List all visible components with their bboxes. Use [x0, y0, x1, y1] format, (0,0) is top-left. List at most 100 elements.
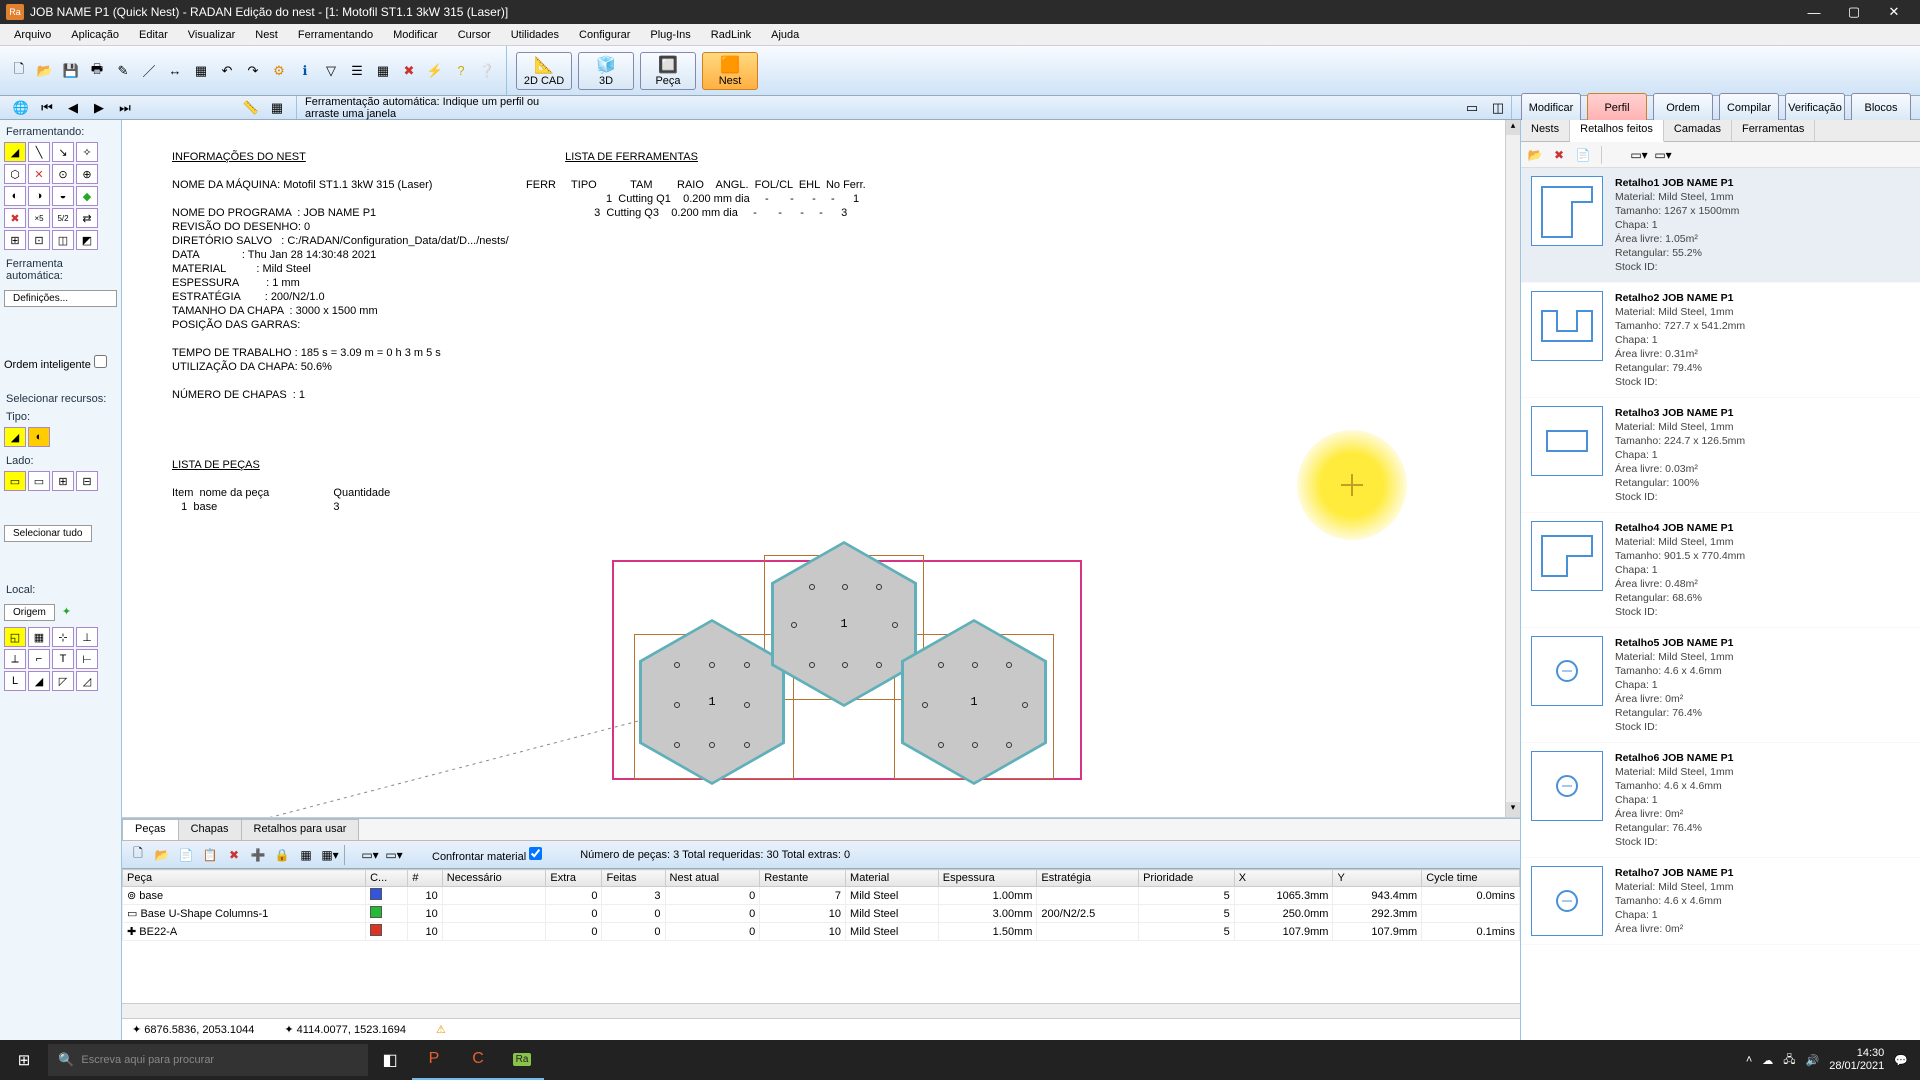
menu-modificar[interactable]: Modificar [383, 24, 448, 46]
definitions-button[interactable]: Definições... [4, 290, 117, 307]
taskbar-clock[interactable]: 14:3028/01/2021 [1829, 1047, 1884, 1073]
loc-btn[interactable]: ◱ [4, 627, 26, 647]
bt-sel1[interactable]: ▭▾ [360, 845, 380, 865]
col-header[interactable]: Material [846, 870, 939, 887]
tool-btn[interactable]: ✖ [4, 208, 26, 228]
tab-pecas[interactable]: Peças [122, 819, 179, 840]
loc-btn[interactable]: T [52, 649, 74, 669]
remnant-item[interactable]: Retalho1 JOB NAME P1Material: Mild Steel… [1521, 168, 1920, 283]
tray-cloud-icon[interactable]: ☁ [1762, 1054, 1773, 1067]
remnant-item[interactable]: Retalho7 JOB NAME P1Material: Mild Steel… [1521, 858, 1920, 945]
table-row[interactable]: ▭ Base U-Shape Columns-11000010Mild Stee… [123, 905, 1520, 923]
tool-btn[interactable]: ◢ [4, 142, 26, 162]
canvas-scrollbar-v[interactable]: ▴▾ [1505, 120, 1520, 817]
system-tray[interactable]: ˄ ☁ 🖧 🔊 14:3028/01/2021 💬 [1734, 1047, 1920, 1073]
bt-open[interactable]: 📂 [152, 845, 172, 865]
tool-btn[interactable]: ⊞ [4, 230, 26, 250]
col-header[interactable]: # [408, 870, 442, 887]
macro-button[interactable]: ⚡ [423, 59, 447, 83]
bt-copy[interactable]: 📄 [176, 845, 196, 865]
tool-btn[interactable]: ◐ [4, 186, 26, 206]
bt-more[interactable]: ▦▾ [320, 845, 340, 865]
loc-btn[interactable]: ▦ [28, 627, 50, 647]
lado-btn[interactable]: ▭ [28, 471, 50, 491]
tray-vol-icon[interactable]: 🔊 [1806, 1054, 1820, 1067]
del-button[interactable]: ✖ [397, 59, 421, 83]
print-button[interactable]: 🖶 [85, 59, 109, 83]
parts-grid[interactable]: PeçaC...#NecessárioExtraFeitasNest atual… [122, 869, 1520, 1003]
bt-sel2[interactable]: ▭▾ [384, 845, 404, 865]
rt-view2[interactable]: ▭▾ [1653, 145, 1673, 165]
close-button[interactable]: ✕ [1874, 0, 1914, 24]
loc-btn[interactable]: ⌐ [28, 649, 50, 669]
mode-3d[interactable]: 🧊3D [578, 52, 634, 90]
subtab-compilar[interactable]: Compilar [1719, 93, 1779, 123]
menu-radlink[interactable]: RadLink [701, 24, 761, 46]
tray-net-icon[interactable]: 🖧 [1783, 1051, 1795, 1070]
task-view-icon[interactable]: ◧ [368, 1040, 412, 1080]
loc-btn[interactable]: ◢ [28, 671, 50, 691]
rt-view1[interactable]: ▭▾ [1629, 145, 1649, 165]
bt-grid[interactable]: ▦ [296, 845, 316, 865]
lado-btn[interactable]: ▭ [4, 471, 26, 491]
rtab-nests[interactable]: Nests [1521, 120, 1570, 141]
layout1-button[interactable]: ▭ [1460, 96, 1484, 120]
drawing-canvas[interactable]: INFORMAÇÕES DO NEST LISTA DE FERRAMENTAS… [122, 120, 1520, 818]
what-button[interactable]: ? [449, 59, 473, 83]
remnants-list[interactable]: Retalho1 JOB NAME P1Material: Mild Steel… [1521, 168, 1920, 1040]
col-header[interactable]: Y [1333, 870, 1422, 887]
origin-icon[interactable]: ✦ [62, 605, 82, 618]
start-button[interactable]: ⊞ [0, 1040, 48, 1080]
hatch-button[interactable]: ▦ [189, 59, 213, 83]
loc-btn[interactable]: ⊹ [52, 627, 74, 647]
grid-button[interactable]: ▦ [371, 59, 395, 83]
menu-ferramentando[interactable]: Ferramentando [288, 24, 383, 46]
open-file-button[interactable]: 📂 [33, 59, 57, 83]
maximize-button[interactable]: ▢ [1834, 0, 1874, 24]
mode-peca[interactable]: 🔲Peça [640, 52, 696, 90]
mode-nest[interactable]: 🟧Nest [702, 52, 758, 90]
menu-nest[interactable]: Nest [245, 24, 288, 46]
measure-button[interactable]: 📏 [239, 96, 263, 120]
lado-btn[interactable]: ⊞ [52, 471, 74, 491]
rtab-retalhos[interactable]: Retalhos feitos [1570, 120, 1664, 142]
smart-order-check[interactable]: Ordem inteligente [4, 359, 107, 371]
last-button[interactable]: ⏭ [113, 96, 137, 120]
table-button[interactable]: ▦ [265, 96, 289, 120]
save-button[interactable]: 💾 [59, 59, 83, 83]
subtab-verificacao[interactable]: Verificação [1785, 93, 1845, 123]
tray-up-icon[interactable]: ˄ [1746, 1054, 1752, 1066]
filter-button[interactable]: ▽ [319, 59, 343, 83]
tab-chapas[interactable]: Chapas [178, 819, 242, 840]
taskbar-camtasia[interactable]: C [456, 1040, 500, 1080]
tool-btn[interactable]: 5/2 [52, 208, 74, 228]
col-header[interactable]: C... [366, 870, 408, 887]
taskbar-search[interactable]: 🔍 Escreva aqui para procurar [48, 1044, 368, 1076]
subtab-modificar[interactable]: Modificar [1521, 93, 1581, 123]
tab-retalhos-usar[interactable]: Retalhos para usar [241, 819, 360, 840]
tipo-btn[interactable]: ◐ [28, 427, 50, 447]
menu-configurar[interactable]: Configurar [569, 24, 640, 46]
taskbar-radan[interactable]: Ra [500, 1040, 544, 1080]
loc-btn[interactable]: ◸ [52, 671, 74, 691]
loc-btn[interactable]: ⟂ [4, 649, 26, 669]
parts-scrollbar-h[interactable] [122, 1003, 1520, 1018]
tool-btn[interactable]: ⇄ [76, 208, 98, 228]
layers-button[interactable]: ☰ [345, 59, 369, 83]
subtab-ordem[interactable]: Ordem [1653, 93, 1713, 123]
next-button[interactable]: ▶ [87, 96, 111, 120]
menu-utilidades[interactable]: Utilidades [501, 24, 569, 46]
tool-btn[interactable]: ⊡ [28, 230, 50, 250]
help-button[interactable]: ❔ [475, 59, 499, 83]
col-header[interactable]: Cycle time [1422, 870, 1520, 887]
zoom-button[interactable]: 🌐 [9, 96, 33, 120]
tool-btn[interactable]: ◫ [52, 230, 74, 250]
loc-btn[interactable]: ⊥ [76, 627, 98, 647]
new-file-button[interactable]: 🗋 [7, 59, 31, 83]
mode-2dcad[interactable]: 📐2D CAD [516, 52, 572, 90]
subtab-perfil[interactable]: Perfil [1587, 93, 1647, 123]
tool-btn[interactable]: ╲ [28, 142, 50, 162]
rt-new[interactable]: 📂 [1525, 145, 1545, 165]
col-header[interactable]: Nest atual [665, 870, 760, 887]
col-header[interactable]: Estratégia [1037, 870, 1139, 887]
